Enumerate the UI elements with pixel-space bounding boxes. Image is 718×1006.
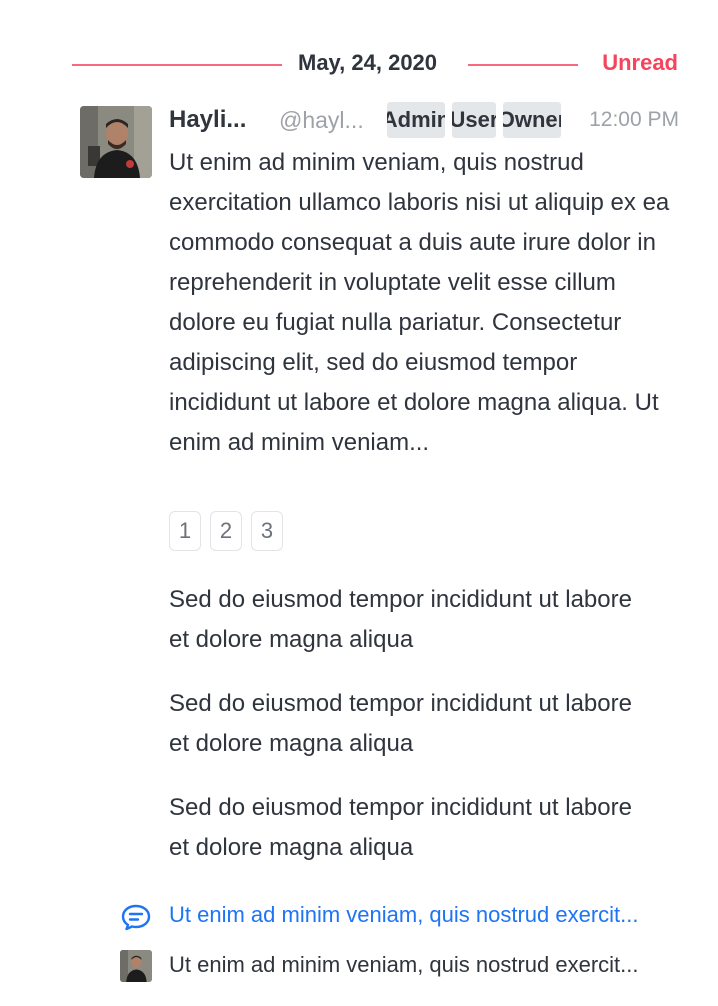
message-paragraph: Sed do eiusmod tempor incididunt ut labo… [169,690,632,757]
thread-reply-icon [120,903,152,931]
reply-preview-text: Ut enim ad minim veniam, quis nostrud ex… [169,952,639,977]
unread-label: Unread [602,50,678,75]
divider-line-left [72,64,282,66]
date-divider: May, 24, 2020 Unread [72,44,678,80]
message-time[interactable]: 12:00 PM [589,108,679,132]
message-header: Hayli... @hayl... Admin User Owner 12:00… [169,102,679,138]
message-paragraph: Sed do eiusmod tempor incididunt ut labo… [169,586,632,653]
message-paragraph: Sed do eiusmod tempor incididunt ut labo… [169,794,632,861]
divider-line-right [468,64,578,66]
message-body: Ut enim ad minim veniam, quis nostrud ex… [169,149,670,456]
reaction-item[interactable]: 3 [251,511,283,551]
reaction-item[interactable]: 1 [169,511,201,551]
reaction-item[interactable]: 2 [210,511,242,551]
avatar [120,950,152,982]
role-badge-user: User [452,102,496,138]
thread-reply-row[interactable]: Ut enim ad minim veniam, quis nostrud ex… [120,898,680,934]
role-badge-owner: Owner [503,102,561,138]
thread-link[interactable]: Ut enim ad minim veniam, quis nostrud ex… [169,902,669,928]
role-badge-admin: Admin [387,102,445,138]
author-username[interactable]: @hayl... [279,107,377,134]
author-name[interactable]: Hayli... [169,106,264,134]
user-photo-icon[interactable] [80,106,152,178]
reply-preview-row[interactable]: Ut enim ad minim veniam, quis nostrud ex… [120,946,680,986]
divider-date: May, 24, 2020 [298,50,438,75]
